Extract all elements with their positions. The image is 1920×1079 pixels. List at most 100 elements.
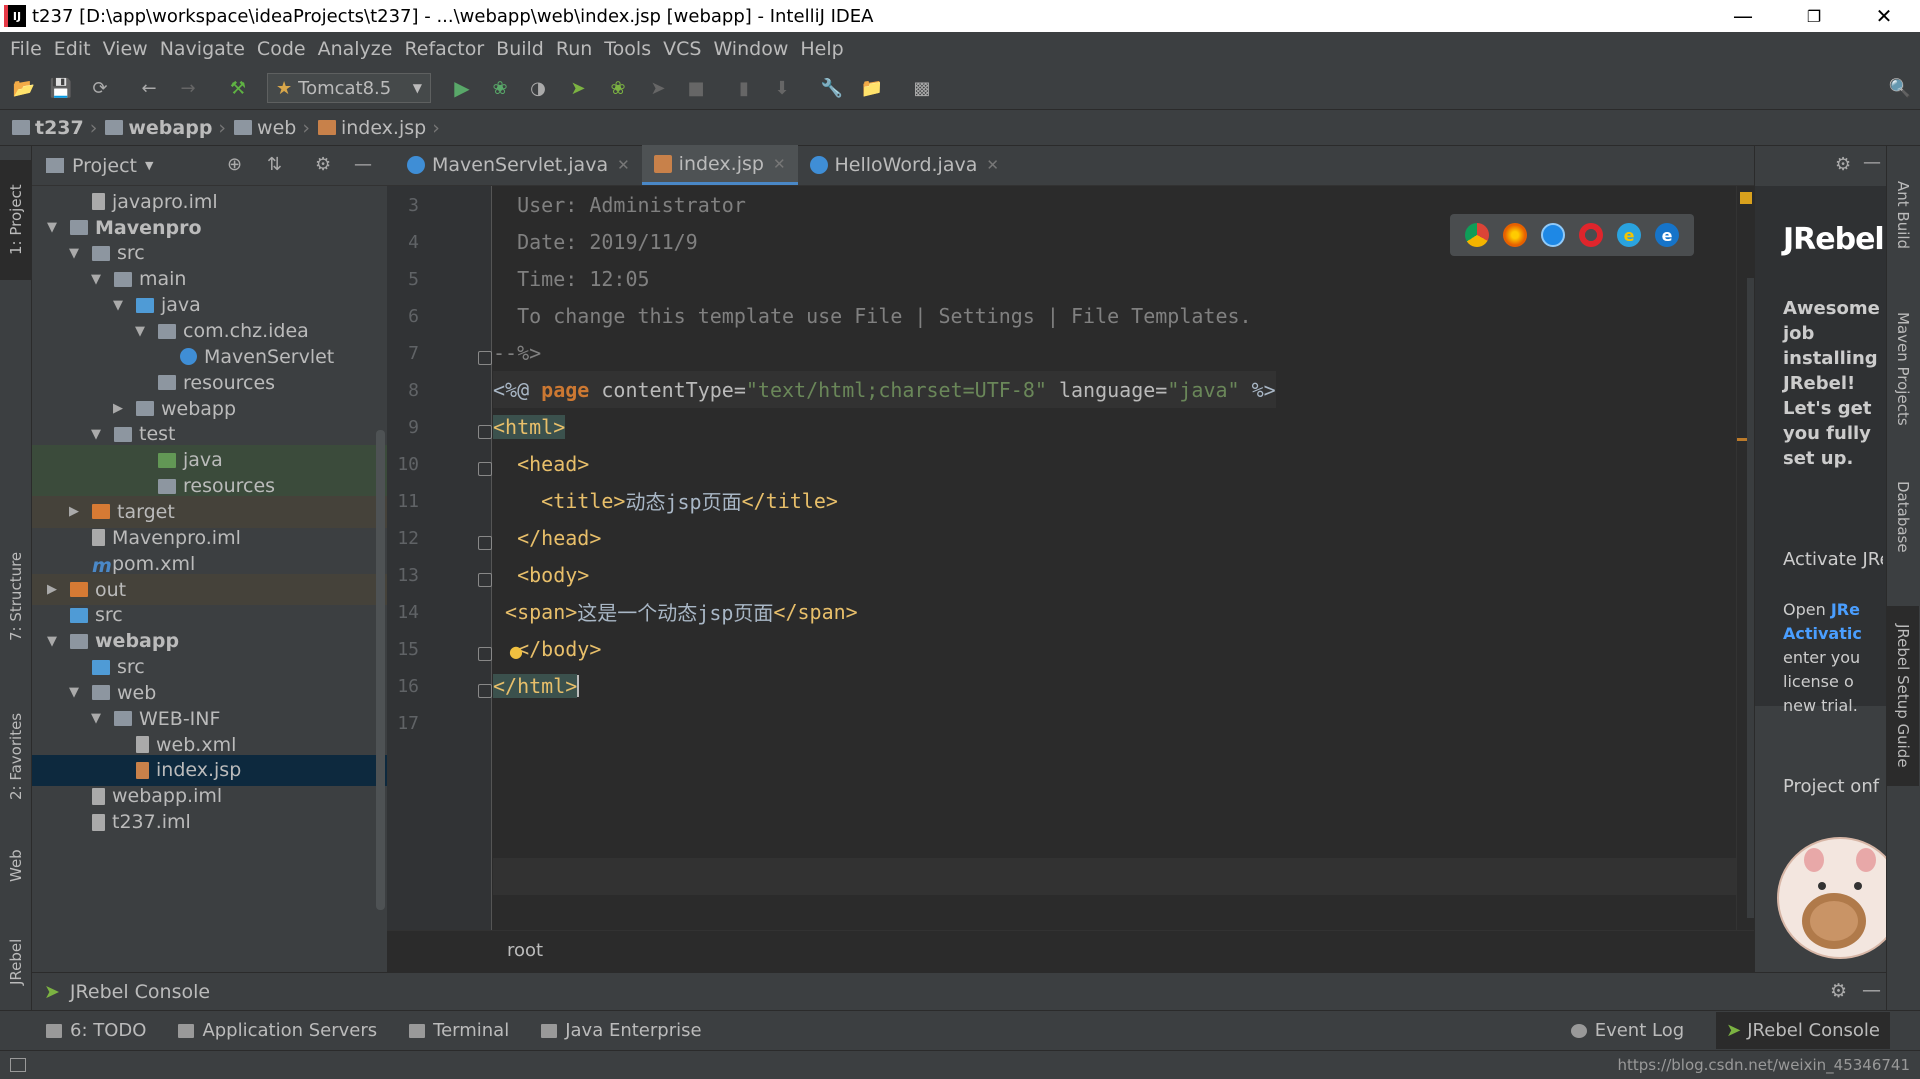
lightbulb-icon[interactable]: ● xyxy=(509,642,523,661)
vcs-commit-icon[interactable]: ⬇ xyxy=(768,74,796,102)
expand-toggle-icon[interactable]: ▶ xyxy=(44,582,60,597)
fold-marker-icon[interactable] xyxy=(478,573,492,587)
expand-toggle-icon[interactable]: ▼ xyxy=(88,272,104,287)
opera-icon[interactable] xyxy=(1579,223,1603,247)
menu-run[interactable]: Run xyxy=(550,38,598,60)
tab-project[interactable]: 1: Project xyxy=(0,160,32,280)
save-all-icon[interactable]: 💾 xyxy=(47,74,75,102)
edge-icon[interactable]: e xyxy=(1655,223,1679,247)
run-icon[interactable]: ▶ xyxy=(448,74,476,102)
tab-web[interactable]: Web xyxy=(0,826,32,906)
expand-toggle-icon[interactable]: ▼ xyxy=(132,324,148,339)
tab-jrebel-setup-guide[interactable]: JRebel Setup Guide xyxy=(1887,606,1919,786)
hide-panel-icon[interactable]: — xyxy=(1863,152,1881,173)
breadcrumb-item-indexjsp[interactable]: index.jsp › xyxy=(317,117,440,139)
sync-icon[interactable]: ⟳ xyxy=(86,74,114,102)
gear-icon[interactable]: ⚙ xyxy=(1830,980,1847,1002)
tree-item[interactable]: t237.iml xyxy=(32,806,387,838)
expand-toggle-icon[interactable]: ▼ xyxy=(88,427,104,442)
run-configuration-select[interactable]: ★ Tomcat8.5 ▼ xyxy=(267,73,431,103)
tab-terminal[interactable]: Terminal xyxy=(409,1020,509,1041)
breadcrumb-item-webapp[interactable]: webapp › xyxy=(105,117,226,139)
sdk-manager-icon[interactable]: ▩ xyxy=(908,74,936,102)
hide-panel-icon[interactable]: — xyxy=(1862,979,1881,1001)
menu-analyze[interactable]: Analyze xyxy=(312,38,399,60)
internet-explorer-icon[interactable]: e xyxy=(1617,223,1641,247)
coverage-icon[interactable]: ◑ xyxy=(524,74,552,102)
warning-status-icon[interactable] xyxy=(1740,192,1752,204)
tab-todo[interactable]: 6: TODO xyxy=(46,1020,146,1041)
jrebel-run-icon[interactable]: ➤ xyxy=(564,74,592,102)
settings-wrench-icon[interactable]: 🔧 xyxy=(818,74,846,102)
fold-marker-icon[interactable] xyxy=(478,536,492,550)
expand-toggle-icon[interactable]: ▼ xyxy=(44,220,60,235)
restore-button[interactable]: ❐ xyxy=(1785,0,1843,32)
close-tab-icon[interactable]: ✕ xyxy=(773,155,786,173)
menu-view[interactable]: View xyxy=(97,38,154,60)
breadcrumb-item-web[interactable]: web › xyxy=(234,117,310,139)
jrebel-activation-link[interactable]: JRe xyxy=(1831,600,1860,619)
debug-icon[interactable]: ❀ xyxy=(486,74,514,102)
fold-marker-icon[interactable] xyxy=(478,351,492,365)
menu-help[interactable]: Help xyxy=(794,38,849,60)
jrebel-activation-link[interactable]: Activatic xyxy=(1783,624,1862,643)
menu-navigate[interactable]: Navigate xyxy=(154,38,251,60)
tab-application-servers[interactable]: Application Servers xyxy=(178,1020,377,1041)
expand-toggle-icon[interactable]: ▶ xyxy=(110,401,126,416)
menu-vcs[interactable]: VCS xyxy=(657,38,707,60)
fold-marker-icon[interactable] xyxy=(478,647,492,661)
project-tree-scrollbar[interactable] xyxy=(376,430,385,910)
stop-icon[interactable]: ■ xyxy=(682,74,710,102)
open-folder-icon[interactable]: 📂 xyxy=(10,74,38,102)
fold-marker-icon[interactable] xyxy=(478,462,492,476)
menu-tools[interactable]: Tools xyxy=(598,38,657,60)
expand-toggle-icon[interactable]: ▼ xyxy=(66,685,82,700)
menu-window[interactable]: Window xyxy=(707,38,794,60)
expand-toggle-icon[interactable]: ▼ xyxy=(44,634,60,649)
search-icon[interactable]: 🔍 xyxy=(1886,74,1914,102)
safari-icon[interactable] xyxy=(1541,223,1565,247)
build-hammer-icon[interactable]: ⚒ xyxy=(224,74,252,102)
menu-code[interactable]: Code xyxy=(251,38,312,60)
jrebel-debug-icon[interactable]: ❀ xyxy=(604,74,632,102)
close-tab-icon[interactable]: ✕ xyxy=(617,156,630,174)
project-structure-icon[interactable]: 📁 xyxy=(858,74,886,102)
tab-structure[interactable]: 7: Structure xyxy=(0,526,32,666)
tab-java-enterprise[interactable]: Java Enterprise xyxy=(541,1020,702,1041)
close-tab-icon[interactable]: ✕ xyxy=(986,156,999,174)
tab-ant-build[interactable]: Ant Build xyxy=(1887,160,1919,270)
tab-database[interactable]: Database xyxy=(1887,462,1919,572)
tab-favorites[interactable]: 2: Favorites xyxy=(0,686,32,826)
expand-toggle-icon[interactable]: ▼ xyxy=(88,711,104,726)
tab-jrebel[interactable]: JRebel xyxy=(0,922,32,1002)
jrebel-update-icon[interactable]: ➤ xyxy=(644,74,672,102)
menu-refactor[interactable]: Refactor xyxy=(398,38,490,60)
close-button[interactable]: ✕ xyxy=(1855,0,1913,32)
forward-icon[interactable]: → xyxy=(174,74,202,102)
tab-helloword-java[interactable]: HelloWord.java ✕ xyxy=(798,145,1011,185)
expand-toggle-icon[interactable]: ▼ xyxy=(66,246,82,261)
menu-build[interactable]: Build xyxy=(490,38,550,60)
vcs-update-icon[interactable]: ▮ xyxy=(730,74,758,102)
fold-marker-icon[interactable] xyxy=(478,425,492,439)
jrebel-activate-heading[interactable]: Activate JRe xyxy=(1783,549,1883,570)
jrebel-project-config[interactable]: Project onf xyxy=(1783,776,1883,797)
breadcrumb-item-t237[interactable]: t237 › xyxy=(12,117,97,139)
tab-mavenservlet-java[interactable]: MavenServlet.java ✕ xyxy=(395,145,642,185)
editor-path-root[interactable]: root xyxy=(507,940,543,961)
menu-file[interactable]: File xyxy=(4,38,48,60)
expand-toggle-icon[interactable]: ▼ xyxy=(110,298,126,313)
toggle-tool-windows-icon[interactable] xyxy=(10,1058,26,1072)
fold-marker-icon[interactable] xyxy=(478,684,492,698)
tab-maven-projects[interactable]: Maven Projects xyxy=(1887,294,1919,444)
firefox-icon[interactable] xyxy=(1503,223,1527,247)
tab-index-jsp[interactable]: index.jsp ✕ xyxy=(641,145,798,185)
code-editor[interactable]: User: Administrator Date: 2019/11/9 Time… xyxy=(493,186,1736,930)
menu-edit[interactable]: Edit xyxy=(48,38,97,60)
back-icon[interactable]: ← xyxy=(135,74,163,102)
gear-icon[interactable]: ⚙ xyxy=(1835,154,1851,175)
tab-event-log[interactable]: Event Log xyxy=(1570,1020,1684,1041)
tab-jrebel-console[interactable]: ➤ JRebel Console xyxy=(1716,1012,1890,1049)
minimize-button[interactable]: — xyxy=(1714,0,1772,32)
chrome-icon[interactable] xyxy=(1465,223,1489,247)
